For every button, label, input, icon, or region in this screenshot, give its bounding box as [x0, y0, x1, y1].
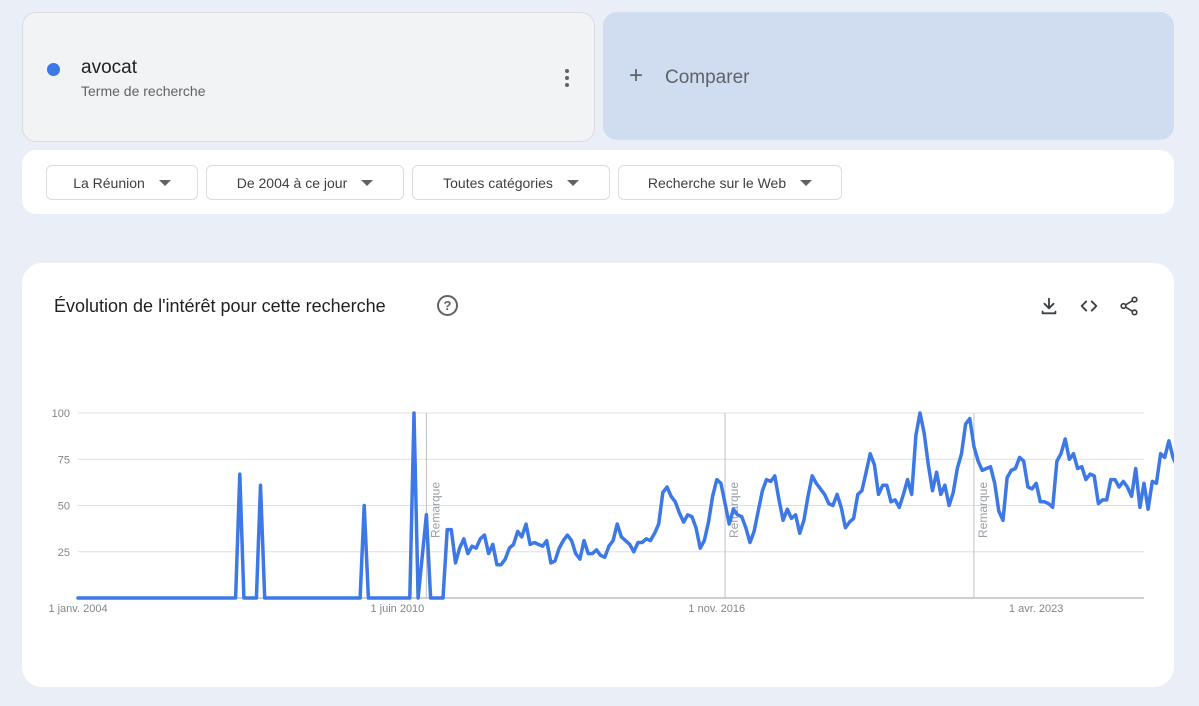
x-tick-label: 1 avr. 2023: [1009, 603, 1063, 615]
caret-down-icon: [158, 179, 171, 186]
interest-over-time-card: Évolution de l'intérêt pour cette recher…: [22, 263, 1174, 687]
x-tick-label: 1 janv. 2004: [48, 603, 107, 615]
search-term-card[interactable]: avocat Terme de recherche: [22, 12, 595, 142]
note-marker-label: Remarque: [428, 482, 442, 538]
period-dropdown-label: De 2004 à ce jour: [236, 174, 348, 191]
y-tick-label: 25: [58, 547, 70, 559]
region-dropdown-label: La Réunion: [73, 174, 145, 191]
region-dropdown[interactable]: La Réunion: [46, 165, 198, 200]
period-dropdown[interactable]: De 2004 à ce jour: [206, 165, 404, 200]
category-dropdown-label: Toutes catégories: [443, 174, 553, 191]
compare-button[interactable]: + Comparer: [603, 12, 1174, 140]
more-options-icon[interactable]: [557, 67, 577, 89]
compare-label: Comparer: [665, 67, 750, 88]
interest-line-chart: 100755025Remarque Remarque Remarque1 janv.…: [48, 408, 1174, 615]
search-type-dropdown-label: Recherche sur le Web: [647, 174, 787, 191]
category-dropdown[interactable]: Toutes catégories: [412, 165, 610, 200]
search-term-type: Terme de recherche: [81, 83, 206, 99]
caret-down-icon: [361, 179, 374, 186]
x-tick-label: 1 juin 2010: [370, 603, 424, 615]
caret-down-icon: [566, 179, 579, 186]
y-tick-label: 50: [58, 501, 70, 513]
note-marker-label: Remarque: [976, 482, 990, 538]
caret-down-icon: [800, 179, 813, 186]
x-tick-label: 1 nov. 2016: [688, 603, 745, 615]
y-tick-label: 75: [58, 454, 70, 466]
y-tick-label: 100: [52, 408, 70, 420]
filter-bar: La Réunion De 2004 à ce jour Toutes caté…: [22, 150, 1174, 214]
search-type-dropdown[interactable]: Recherche sur le Web: [618, 165, 842, 200]
plus-icon: +: [629, 62, 644, 89]
search-term-name: avocat: [81, 57, 137, 78]
series-color-dot: [47, 63, 60, 76]
